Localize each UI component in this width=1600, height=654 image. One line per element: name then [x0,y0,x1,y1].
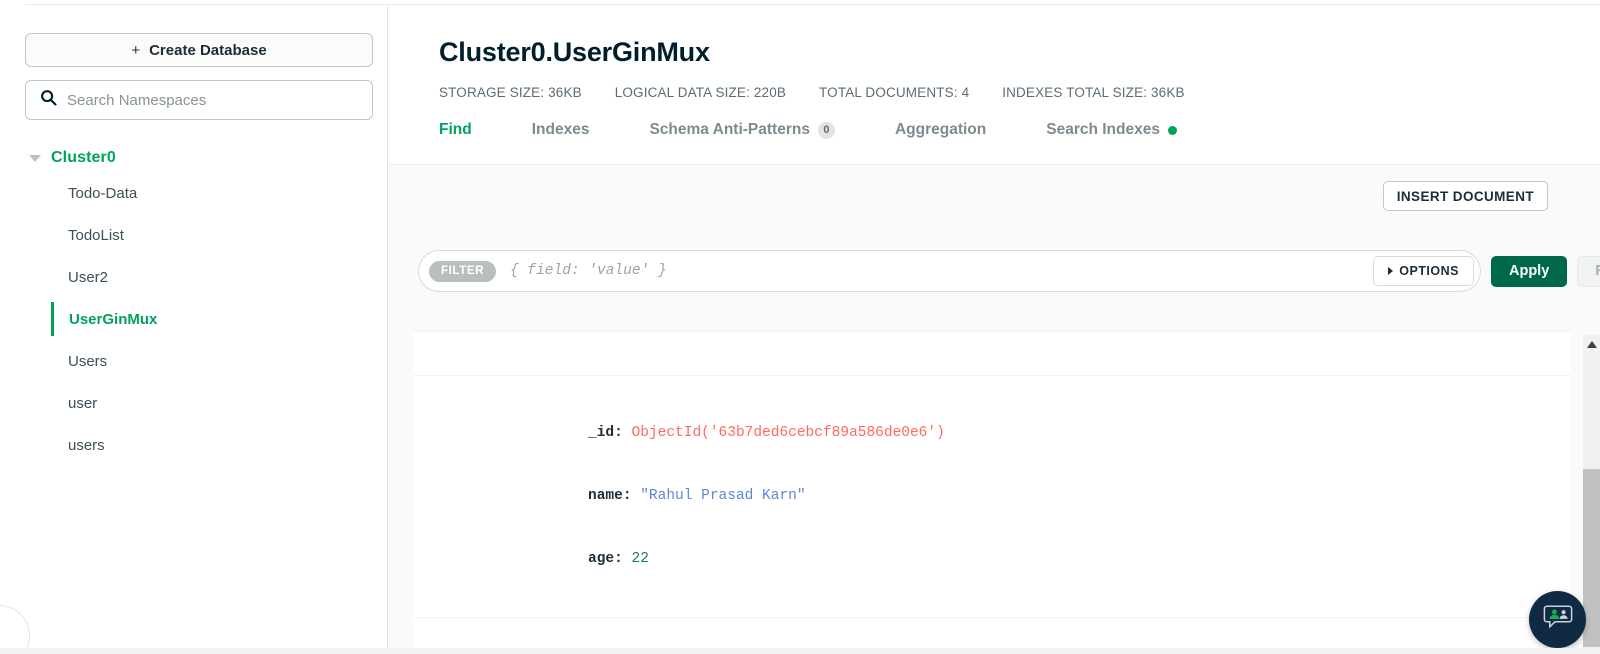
document-field-age: age: 22 [501,528,1571,591]
scroll-up-arrow-icon[interactable] [1587,341,1597,348]
sidebar-item-usergineux[interactable]: UserGinMux [25,298,362,340]
cluster-row[interactable]: Cluster0 [25,144,362,172]
sidebar-item-user[interactable]: user [25,382,362,424]
document-card[interactable]: _id: ObjectId('63b7ded6cebcf89a586de0e6'… [413,375,1571,617]
cluster-label: Cluster0 [51,149,116,166]
tab-indexes[interactable]: Indexes [532,121,590,149]
chevron-right-icon [1388,267,1394,275]
sidebar-item-user2[interactable]: User2 [25,256,362,298]
query-toolbar: INSERT DOCUMENT FILTER OPTIONS Apply Res… [389,164,1600,311]
field-value: 22 [631,551,649,567]
collection-tabs: Find Indexes Schema Anti-Patterns 0 Aggr… [439,121,1550,149]
filter-pill[interactable]: FILTER [429,260,496,282]
collection-label: TodoList [68,226,124,244]
sidebar-item-users-capital[interactable]: Users [25,340,362,382]
sidebar: + Create Database Cluster0 Todo-Data Tod… [0,5,388,654]
reset-label: Reset [1595,263,1600,279]
sidebar-item-todo-data[interactable]: Todo-Data [25,172,362,214]
support-chat-button[interactable] [1529,591,1586,648]
tab-find[interactable]: Find [439,121,472,149]
apply-label: Apply [1509,263,1550,279]
stat-total-documents: TOTAL DOCUMENTS: 4 [819,85,970,100]
status-dot-icon [1167,125,1177,135]
search-namespaces-box[interactable] [25,80,373,120]
field-value: ObjectId('63b7ded6cebcf89a586de0e6') [631,425,945,441]
options-button[interactable]: OPTIONS [1373,256,1474,286]
create-database-button[interactable]: + Create Database [25,33,373,67]
namespace-tree: Cluster0 Todo-Data TodoList User2 UserGi… [25,144,362,466]
tab-label: Schema Anti-Patterns [649,121,810,138]
chevron-down-icon[interactable] [29,154,41,162]
tab-label: Aggregation [894,121,987,138]
anti-patterns-count-badge: 0 [817,121,835,139]
tab-schema-anti-patterns[interactable]: Schema Anti-Patterns 0 [649,121,835,149]
collection-label: Todo-Data [68,184,138,202]
tab-search-indexes[interactable]: Search Indexes [1046,121,1177,149]
create-database-label: Create Database [149,41,267,59]
stat-logical-size: LOGICAL DATA SIZE: 220B [614,85,787,100]
collection-label: UserGinMux [69,310,158,328]
insert-document-label: INSERT DOCUMENT [1396,188,1534,204]
insert-document-button[interactable]: INSERT DOCUMENT [1382,181,1548,211]
field-key: age: [588,551,623,567]
decorative-circle [0,605,30,654]
documents-list: _id: ObjectId('63b7ded6cebcf89a586de0e6'… [389,311,1600,654]
page-title: Cluster0.UserGinMux [439,37,710,67]
filter-bar[interactable]: FILTER OPTIONS [418,250,1481,292]
collection-label: users [68,436,105,454]
reset-button[interactable]: Reset [1577,255,1600,287]
stat-indexes-size: INDEXES TOTAL SIZE: 36KB [1002,85,1185,100]
tab-aggregation[interactable]: Aggregation [895,121,986,149]
tab-label: Find [439,121,472,138]
stat-storage-size: STORAGE SIZE: 36KB [439,85,582,100]
chat-people-icon [1543,603,1573,636]
document-card-partial [413,331,1571,375]
search-icon [40,89,57,111]
collection-label: user [68,394,98,412]
bottom-edge [0,648,1600,654]
filter-input[interactable] [510,263,1374,279]
tab-label: Indexes [531,121,590,138]
plus-icon: + [131,41,141,59]
apply-button[interactable]: Apply [1491,255,1568,287]
collection-stats: STORAGE SIZE: 36KB LOGICAL DATA SIZE: 22… [439,85,1550,100]
document-field-name: name: "Rahul Prasad Karn" [501,465,1571,528]
options-label: OPTIONS [1399,264,1459,278]
collection-header: Cluster0.UserGinMux STORAGE SIZE: 36KB L… [389,5,1600,149]
vertical-scrollbar[interactable] [1583,335,1600,654]
mongodb-compass-window: + Create Database Cluster0 Todo-Data Tod… [0,0,1600,654]
main-panel: Cluster0.UserGinMux STORAGE SIZE: 36KB L… [389,5,1600,654]
field-value: "Rahul Prasad Karn" [640,488,806,504]
field-key: name: [588,488,632,504]
collection-label: User2 [68,268,109,286]
field-key: _id: [588,425,623,441]
search-input[interactable] [67,91,358,109]
collection-label: Users [68,352,108,370]
sidebar-item-todolist[interactable]: TodoList [25,214,362,256]
filter-row: FILTER OPTIONS Apply Reset [418,250,1600,292]
document-field-id: _id: ObjectId('63b7ded6cebcf89a586de0e6'… [501,402,1571,465]
tab-label: Search Indexes [1046,121,1160,138]
sidebar-item-users[interactable]: users [25,424,362,466]
